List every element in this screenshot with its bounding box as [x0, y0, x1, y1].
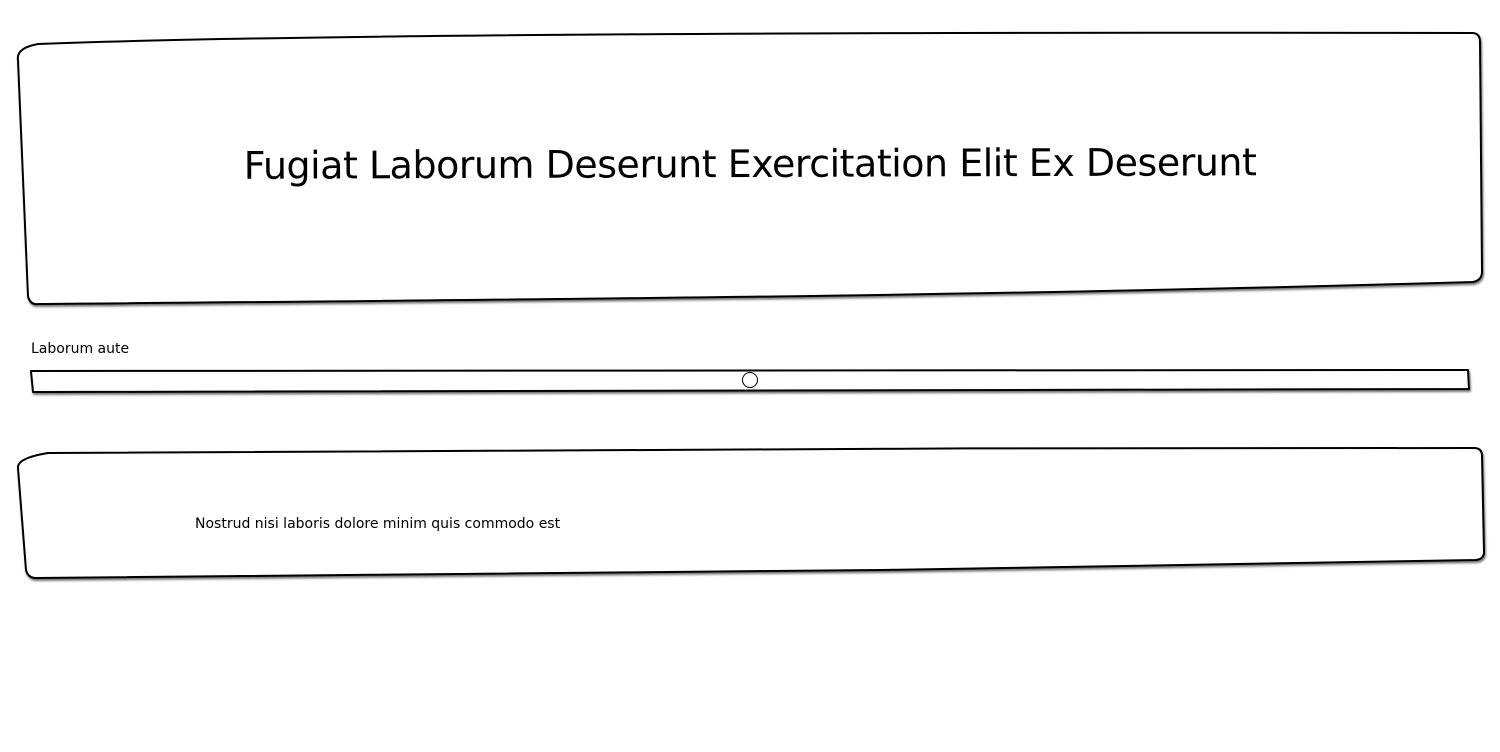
slider-thumb[interactable] [742, 372, 758, 388]
content-card [17, 447, 1485, 579]
slider-label: Laborum aute [31, 341, 130, 357]
slider[interactable] [31, 369, 1469, 391]
page-title: Fugiat Laborum Deserunt Exercitation Eli… [243, 140, 1257, 188]
content-text: Nostrud nisi laboris dolore minim quis c… [195, 516, 561, 532]
